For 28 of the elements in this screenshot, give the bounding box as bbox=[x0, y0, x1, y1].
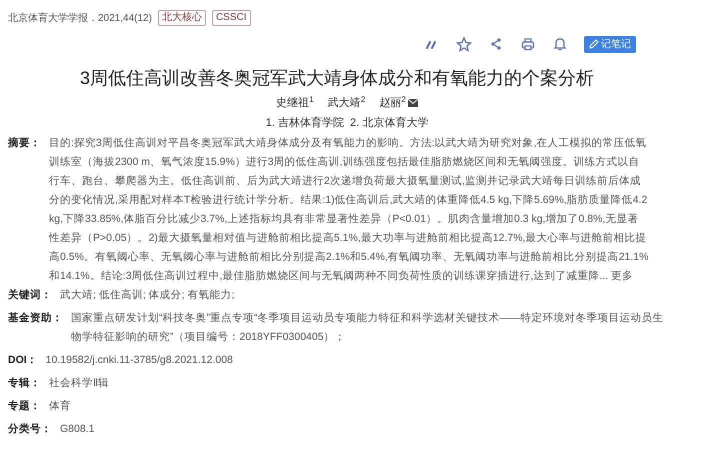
field-label: DOI： bbox=[8, 353, 39, 368]
more-link[interactable]: 更多 bbox=[611, 270, 634, 282]
field-label: 专题： bbox=[8, 399, 42, 414]
field-label: 摘要： bbox=[8, 136, 42, 151]
field-value: 武大靖; 低住高训; 体成分; 有氧能力; bbox=[60, 288, 236, 303]
author-name[interactable]: 武大靖$^{2}$ bbox=[328, 96, 366, 110]
printer-icon[interactable] bbox=[520, 36, 536, 52]
index-tag: CSSCI bbox=[212, 10, 250, 26]
affiliations: 1. 吉林体育学院 2. 北京体育大学 bbox=[264, 116, 430, 130]
index-tag: 北大核心 bbox=[158, 10, 206, 26]
field-value: 国家重点研发计划“科技冬奥”重点专项“冬季项目运动员专项能力特征和科学选材关键技术——特定环境对冬季项目运动员生物学特征影响的研究”（项目编号：2018YFF0300405）； bbox=[71, 311, 664, 345]
journal-source[interactable]: 北京体育大学学报．2021,44(12) bbox=[8, 10, 152, 26]
field-label: 基金资助： bbox=[8, 311, 64, 326]
abstract-text: 目的:探究3周低住高训对平昌冬奥冠军武大靖身体成分及有氧能力的影响。方法:以武大靖为研究对象,在人工模拟的常压低氧训练室（海拔2300 m、氧气浓度15.9%）进行3周的低住高训,训练强度包括最佳脂肪燃烧区间和无氧阈强度。训练方式以自行车、跑台、攀爬器为主。低住高训前、后为武大靖进行2次递增负荷最大摄氧量测试,监测并记录武大靖每日训练前后体成分的变化情况,采用配对样本T检验进行统计学分析。结果:1)低住高训后,武大靖的体重降低4.5 kg,下降5.69%,脂肪质量降低4.2 kg,下降33.85%,体脂百分比减少3.7%,上述指标均具有非常显著性差异（P<0.01）。肌肉含量增加0.3 kg,增加了0.8%,无显著性差异（P>0.05）。2)最大摄氧量相对值与进舱前相比提高5.1%,最大功率与进舱前相比提高12.7%,最大心率与进舱前相比提高0.5%。有氧阈心率、无氧阈心率与进舱前相比分别提高2.1%和5.4%,有氧阈功率、无氧阈功率与进舱前相比分别提高21.1%和14.1%。结论:3周低住高训过程中,最佳脂肪燃烧区间与无氧阈两种不同负荷性质的训练课穿插进行,达到了减重降... 更多 bbox=[49, 136, 649, 284]
field-value: 10.19582/j.cnki.11-3785/g8.2021.12.008 bbox=[46, 353, 234, 368]
article-title: 3周低住高训改善冬奥冠军武大靖身体成分和有氧能力的个案分析 bbox=[78, 67, 595, 90]
field-label: 关键词： bbox=[8, 288, 53, 303]
pencil-icon bbox=[589, 39, 599, 49]
field-value: G808.1 bbox=[60, 422, 96, 437]
star-icon[interactable] bbox=[456, 36, 472, 52]
note-button[interactable]: 记笔记 bbox=[584, 36, 636, 52]
author-name[interactable]: 史继祖$^{1}$ bbox=[276, 96, 314, 110]
field-value: 社会科学Ⅱ辑 bbox=[49, 376, 110, 391]
bell-icon[interactable] bbox=[552, 36, 568, 52]
field-value: 体育 bbox=[49, 399, 72, 414]
author-name[interactable]: 赵丽$^{2}$ bbox=[379, 96, 406, 110]
field-label: 专辑： bbox=[8, 376, 42, 391]
field-label: 分类号： bbox=[8, 422, 53, 437]
